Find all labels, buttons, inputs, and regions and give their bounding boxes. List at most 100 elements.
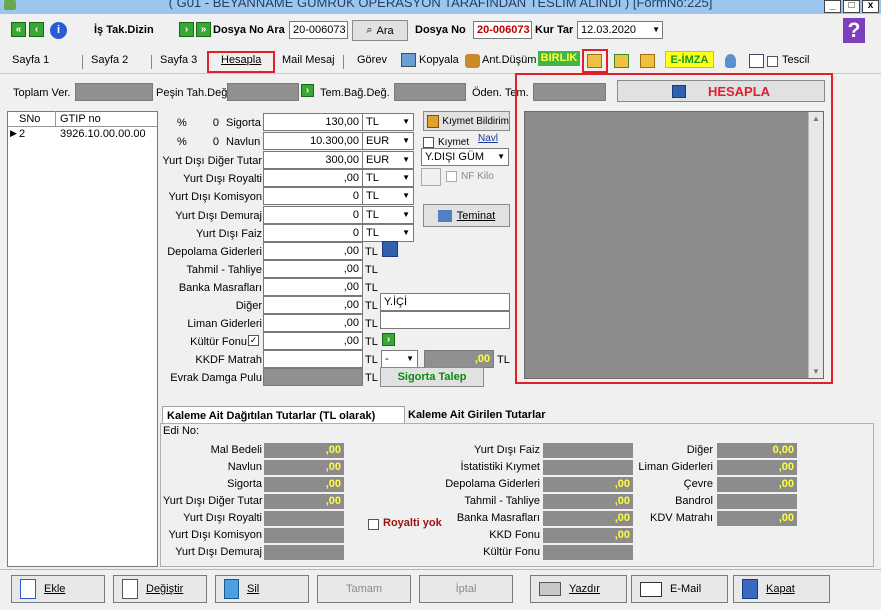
table-row[interactable]: ▶ 2 3926.10.00.00.00 bbox=[8, 127, 157, 142]
yd-komisyon-currency-select[interactable]: TL ▼ bbox=[362, 187, 414, 205]
scroll-up-icon[interactable]: ▲ bbox=[812, 114, 820, 123]
ant-dusum-icon[interactable] bbox=[465, 54, 480, 68]
result-scrollbar[interactable]: ▲ ▼ bbox=[808, 112, 823, 378]
chevron-down-icon: ▼ bbox=[402, 136, 410, 145]
sigorta-currency-select[interactable]: TL ▼ bbox=[362, 113, 414, 131]
first-record-icon[interactable]: « bbox=[11, 22, 26, 37]
kapat-button[interactable]: Kapat bbox=[733, 575, 830, 603]
maximize-button[interactable]: □ bbox=[843, 0, 860, 13]
summary-value bbox=[264, 545, 344, 560]
kkdf-input[interactable] bbox=[263, 350, 363, 368]
yd-diger-input[interactable]: 300,00 bbox=[263, 151, 363, 169]
kultur-checkbox[interactable]: ✓ bbox=[248, 335, 259, 346]
yd-komisyon-input[interactable]: 0 bbox=[263, 187, 363, 205]
tab-girilen-tutarlar[interactable]: Kaleme Ait Girilen Tutarlar bbox=[408, 409, 546, 421]
liman-input[interactable]: ,00 bbox=[263, 314, 363, 332]
teminat-button[interactable]: Teminat bbox=[423, 204, 510, 227]
tab-ant-dusum[interactable]: Ant.Düşüm bbox=[482, 54, 536, 66]
dosya-no-ara-input[interactable]: 20-006073 bbox=[289, 21, 348, 39]
kiymet-bildirim-button[interactable]: Kıymet Bildirim bbox=[423, 111, 510, 131]
sil-button[interactable]: Sil bbox=[215, 575, 309, 603]
kur-tar-input[interactable]: 12.03.2020 ▼ bbox=[577, 21, 663, 39]
minimize-button[interactable]: _ bbox=[824, 0, 841, 13]
yd-diger-label: Yurt Dışı Diğer Tutar bbox=[162, 155, 262, 167]
banka-input[interactable]: ,00 bbox=[263, 278, 363, 296]
info-icon[interactable]: i bbox=[50, 22, 67, 39]
calculator-icon[interactable] bbox=[382, 241, 398, 257]
tab-sayfa1[interactable]: Sayfa 1 bbox=[12, 54, 49, 66]
navlun-currency-select[interactable]: EUR ▼ bbox=[362, 132, 414, 150]
yd-royalti-input[interactable]: ,00 bbox=[263, 169, 363, 187]
diger-input[interactable]: ,00 bbox=[263, 296, 363, 314]
user-icon[interactable] bbox=[725, 54, 736, 68]
liman-extra-input[interactable] bbox=[380, 311, 510, 329]
sigorta-input[interactable]: 130,00 bbox=[263, 113, 363, 131]
ydisi-gum-select[interactable]: Y.DIŞI GÜM ▼ bbox=[421, 148, 509, 166]
yd-faiz-input[interactable]: 0 bbox=[263, 224, 363, 242]
kultur-go-icon[interactable]: › bbox=[382, 333, 395, 346]
summary-value bbox=[543, 545, 633, 560]
open-folder-icon[interactable] bbox=[587, 54, 602, 68]
tab-gorev[interactable]: Görev bbox=[357, 54, 387, 66]
tescil-checkbox[interactable] bbox=[767, 56, 778, 67]
tab-dagitilan-tutarlar[interactable]: Kaleme Ait Dağıtılan Tutarlar (TL olarak… bbox=[162, 406, 405, 424]
is-tak-dizin-label[interactable]: İş Tak.Dizin bbox=[94, 24, 154, 36]
next-record-icon[interactable]: › bbox=[179, 22, 194, 37]
email-button[interactable]: E-Mail bbox=[631, 575, 728, 603]
chevron-down-icon: ▼ bbox=[652, 25, 660, 34]
summary-label: İstatistiki Kıymet bbox=[460, 461, 540, 473]
yd-demuraj-input[interactable]: 0 bbox=[263, 206, 363, 224]
pesin-go-icon[interactable]: › bbox=[301, 84, 314, 97]
sigorta-talep-button[interactable]: Sigorta Talep bbox=[380, 367, 484, 387]
copy-icon[interactable] bbox=[401, 53, 416, 67]
tab-kopyala[interactable]: Kopyala bbox=[419, 54, 459, 66]
yd-faiz-currency-select[interactable]: TL ▼ bbox=[362, 224, 414, 242]
yd-demuraj-currency-select[interactable]: TL ▼ bbox=[362, 206, 414, 224]
tab-hesapla[interactable]: Hesapla bbox=[221, 54, 261, 66]
chevron-down-icon: ▼ bbox=[402, 228, 410, 237]
yd-diger-currency-select[interactable]: EUR ▼ bbox=[362, 151, 414, 169]
ara-button[interactable]: ⌕ Ara bbox=[352, 20, 408, 41]
royalti-yok-checkbox[interactable] bbox=[368, 519, 379, 530]
document-search-icon[interactable] bbox=[749, 54, 764, 68]
ekle-button[interactable]: Ekle bbox=[11, 575, 105, 603]
tamam-button[interactable]: Tamam bbox=[317, 575, 411, 603]
diger-extra-input[interactable]: Y.İÇİ bbox=[380, 293, 510, 311]
depolama-input[interactable]: ,00 bbox=[263, 242, 363, 260]
kiymet-label: Kıymet bbox=[438, 137, 470, 148]
degistir-button[interactable]: Değiştir bbox=[113, 575, 207, 603]
close-window-button[interactable]: x bbox=[862, 0, 879, 13]
folder-up-icon[interactable] bbox=[614, 54, 629, 68]
kalem-grid[interactable]: SNo GTIP no ▶ 2 3926.10.00.00.00 bbox=[7, 111, 158, 567]
yazdir-button[interactable]: Yazdır bbox=[530, 575, 627, 603]
tahmil-input[interactable]: ,00 bbox=[263, 260, 363, 278]
scroll-down-icon[interactable]: ▼ bbox=[812, 367, 820, 376]
kiymet-checkbox[interactable] bbox=[423, 137, 434, 148]
folder-arrow-icon[interactable] bbox=[640, 54, 655, 68]
degistir-label: Değiştir bbox=[146, 583, 184, 595]
pct1-value[interactable]: 0 bbox=[186, 117, 219, 129]
kultur-input[interactable]: ,00 bbox=[263, 332, 363, 350]
dosya-no-input[interactable]: 20-006073 bbox=[473, 21, 532, 39]
tab-mail-mesaj[interactable]: Mail Mesaj bbox=[282, 54, 335, 66]
pct2-value[interactable]: 0 bbox=[186, 136, 219, 148]
yd-royalti-currency-select[interactable]: TL ▼ bbox=[362, 169, 414, 187]
previous-record-icon[interactable]: ‹ bbox=[29, 22, 44, 37]
birlik-logo[interactable]: BIRLIK bbox=[538, 51, 580, 66]
e-imza-button[interactable]: E-İMZA bbox=[665, 51, 714, 68]
tab-sayfa3[interactable]: Sayfa 3 bbox=[160, 54, 197, 66]
iptal-button[interactable]: İptal bbox=[419, 575, 513, 603]
chevron-down-icon: ▼ bbox=[402, 117, 410, 126]
last-record-icon[interactable]: » bbox=[196, 22, 211, 37]
nf-kilo-checkbox[interactable] bbox=[446, 171, 457, 182]
nf-box bbox=[421, 168, 441, 186]
help-icon[interactable]: ? bbox=[843, 18, 865, 43]
kkdf-select[interactable]: - ▼ bbox=[381, 350, 418, 368]
navi-link[interactable]: Navl bbox=[478, 133, 498, 144]
summary-value: ,00 bbox=[264, 494, 344, 509]
navlun-input[interactable]: 10.300,00 bbox=[263, 132, 363, 150]
hesapla-button[interactable]: HESAPLA bbox=[617, 80, 825, 102]
tab-sayfa2[interactable]: Sayfa 2 bbox=[91, 54, 128, 66]
printer-icon bbox=[539, 582, 561, 596]
tahmil-label: Tahmil - Tahliye bbox=[186, 264, 262, 276]
